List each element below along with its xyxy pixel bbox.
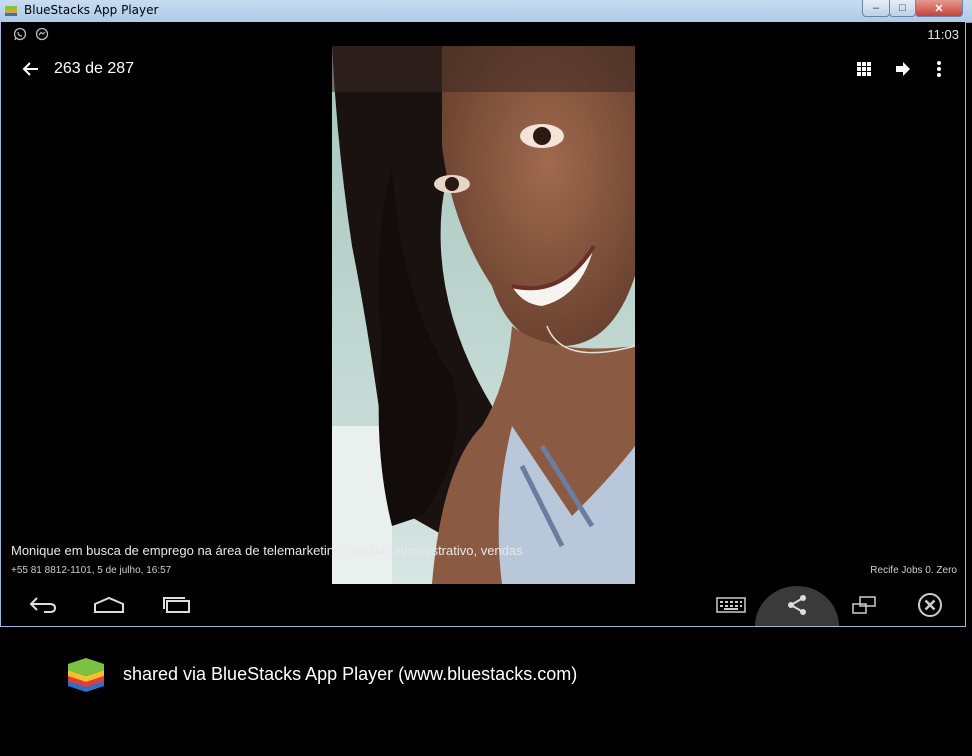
- footer-share-text: shared via BlueStacks App Player (www.bl…: [123, 664, 578, 684]
- photo-viewer-image[interactable]: [332, 46, 635, 584]
- grid-icon[interactable]: [854, 59, 874, 79]
- nav-recent-apps-button[interactable]: [157, 590, 197, 620]
- whatsapp-icon: [13, 27, 27, 41]
- forward-share-icon[interactable]: [893, 59, 913, 79]
- overflow-menu-icon[interactable]: [929, 59, 949, 79]
- rotate-icon: [852, 596, 876, 614]
- keyboard-button[interactable]: [711, 590, 751, 620]
- status-clock: 11:03: [927, 27, 959, 42]
- share-button[interactable]: [777, 590, 817, 620]
- close-app-button[interactable]: [910, 590, 950, 620]
- portrait-photo: [332, 46, 635, 584]
- keyboard-icon: [716, 597, 746, 613]
- close-button[interactable]: ✕: [915, 0, 963, 17]
- group-name: Recife Jobs 0. Zero: [870, 565, 957, 576]
- window-titlebar[interactable]: BlueStacks App Player – □ ✕: [0, 0, 972, 23]
- nav-back-button[interactable]: [23, 590, 63, 620]
- messenger-icon: [35, 27, 49, 41]
- back-icon: [29, 597, 57, 613]
- photo-caption: Monique em busca de emprego na área de t…: [11, 543, 523, 558]
- bluestacks-footer-logo-icon: [68, 658, 104, 692]
- close-circle-icon: [918, 593, 942, 617]
- bluestacks-logo-icon: [5, 6, 17, 16]
- android-nav-bar: [1, 584, 965, 626]
- photo-counter: 263 de 287: [54, 60, 135, 77]
- rotate-button[interactable]: [844, 590, 884, 620]
- maximize-button[interactable]: □: [889, 0, 916, 17]
- window-title: BlueStacks App Player: [24, 3, 159, 17]
- recent-apps-icon: [163, 597, 190, 613]
- sender-info: +55 81 8812-1101, 5 de julho, 16:57: [11, 565, 172, 576]
- status-bar: 11:03: [1, 22, 965, 46]
- back-arrow-icon[interactable]: [21, 59, 41, 79]
- share-icon: [788, 595, 806, 615]
- action-bar: 263 de 287: [1, 46, 965, 92]
- android-screen: 11:03 263 de 287 Monique em busca de emp…: [0, 22, 966, 627]
- nav-home-button[interactable]: [89, 590, 129, 620]
- minimize-button[interactable]: –: [862, 0, 890, 17]
- home-icon: [94, 596, 124, 613]
